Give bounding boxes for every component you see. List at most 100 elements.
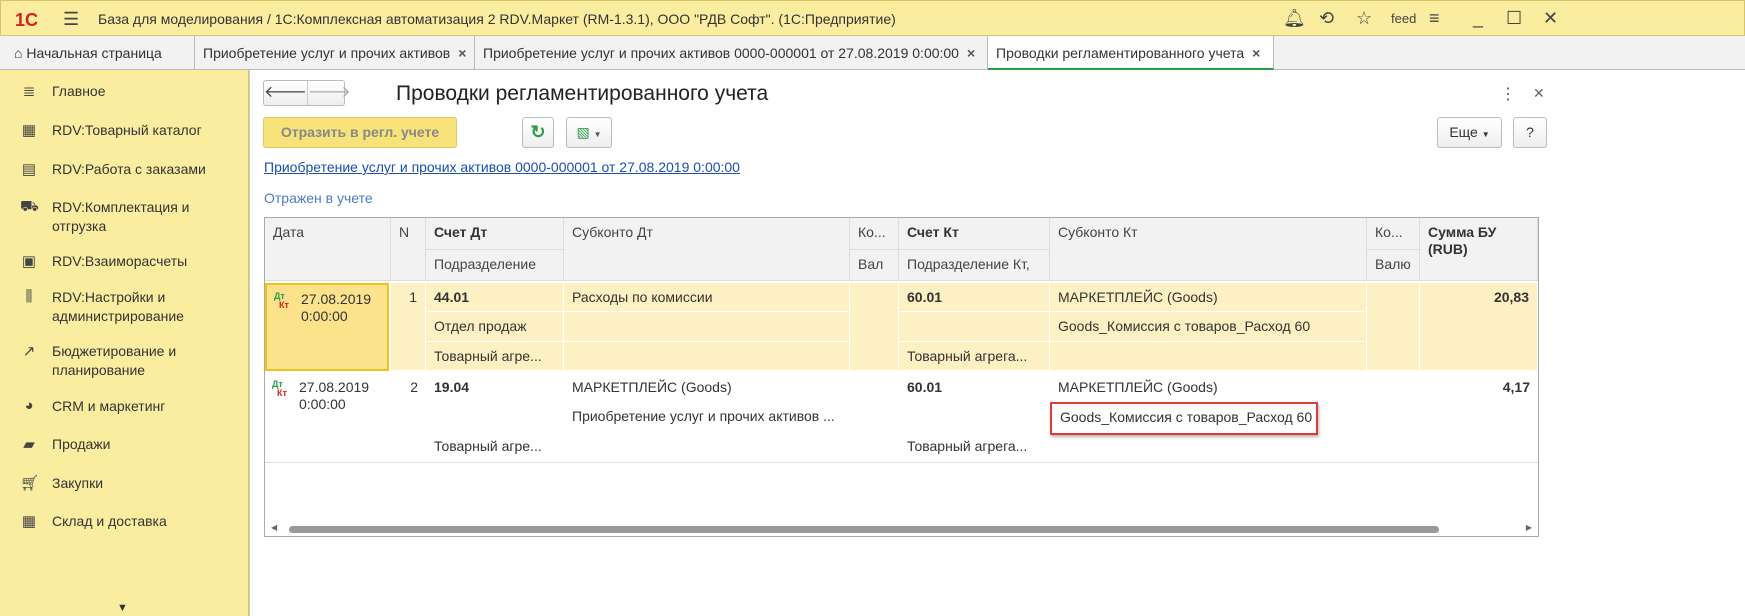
sidebar-label: RDV:Товарный каталог <box>52 122 202 138</box>
scrollbar-thumb[interactable] <box>289 526 1439 533</box>
status-text: Отражен в учете <box>264 190 373 206</box>
dept-cell: Отдел продаж <box>426 312 564 342</box>
sub-dt3-cell <box>564 342 850 371</box>
document-link[interactable]: Приобретение услуг и прочих активов 0000… <box>264 159 740 175</box>
sub-dt2-cell: Приобретение услуг и прочих активов ... <box>572 408 835 424</box>
col-header-sum[interactable]: Сумма БУ (RUB) <box>1420 218 1538 281</box>
qty-dt-cell <box>850 283 899 371</box>
col-header-qty-kt[interactable]: Ко... <box>1367 218 1420 250</box>
app-title: База для моделирования / 1С:Комплексная … <box>98 11 896 27</box>
close-form-icon[interactable]: ✕ <box>1533 85 1545 102</box>
acc-dt-cell: 44.01 <box>426 283 564 312</box>
chevron-down-icon: ▼ <box>1481 130 1490 139</box>
date-cell[interactable]: Дт Кт 27.08.2019 0:00:00 <box>265 373 391 461</box>
sidebar-label: Склад и доставка <box>52 513 167 529</box>
star-icon[interactable]: ☆ <box>1356 8 1372 29</box>
minimize-icon[interactable]: _ <box>1473 8 1483 29</box>
col-header-cur-kt[interactable]: Валю <box>1367 250 1420 281</box>
tab-purchase-doc[interactable]: Приобретение услуг и прочих активов 0000… <box>475 36 988 70</box>
date: 27.08.2019 <box>301 291 372 307</box>
dt3-cell: Товарный агре... <box>434 438 542 454</box>
reflect-button[interactable]: Отразить в регл. учете <box>263 117 457 148</box>
chevron-down-icon: ▼ <box>593 130 602 139</box>
sub-kt2-cell: Goods_Комиссия с товаров_Расход 60 <box>1050 312 1367 342</box>
col-header-dept[interactable]: Подразделение <box>426 250 564 281</box>
n-cell: 1 <box>391 283 426 371</box>
nav-buttons: 🡐 🡒 <box>263 80 351 106</box>
menu-icon[interactable]: ☰ <box>63 9 79 30</box>
time: 0:00:00 <box>299 396 346 412</box>
dt-kt-icon: Дт Кт <box>274 291 289 310</box>
forward-arrow-icon[interactable]: 🡒 <box>308 81 351 105</box>
sidebar-label: Закупки <box>52 475 104 491</box>
help-button[interactable]: ? <box>1513 117 1547 148</box>
report-icon: ▧ <box>576 124 590 140</box>
scroll-left-icon[interactable]: ◀ <box>271 523 277 532</box>
back-arrow-icon[interactable]: 🡐 <box>264 81 308 105</box>
tab-bar: ⌂ Начальная страница Приобретение услуг … <box>0 36 1745 70</box>
col-header-dept-kt[interactable]: Подразделение Кт, <box>899 250 1050 281</box>
acc-kt-cell: 60.01 <box>899 283 1050 312</box>
scroll-right-icon[interactable]: ▶ <box>1526 523 1532 532</box>
kt3-cell: Товарный агрега... <box>907 438 1028 454</box>
col-header-n[interactable]: N <box>391 218 426 281</box>
sum-cell: 4,17 <box>1502 379 1530 395</box>
qty-kt-cell <box>1367 283 1420 371</box>
col-header-sub-kt[interactable]: Субконто Кт <box>1050 218 1367 281</box>
acc-dt-cell: 19.04 <box>434 379 470 395</box>
sub-dt1-cell: Расходы по комиссии <box>564 283 850 312</box>
postings-table: Дата N Счет Дт Подразделение Субконто Дт… <box>264 217 1539 537</box>
calculator-icon: ▣ <box>21 253 37 270</box>
close-tab-icon[interactable]: × <box>1252 45 1260 61</box>
col-header-date[interactable]: Дата <box>265 218 391 281</box>
title-bar: 1С ☰ База для моделирования / 1С:Комплек… <box>0 0 1745 36</box>
more-vertical-icon[interactable]: ⋮ <box>1500 84 1516 104</box>
sidebar: ≣ Главное ▦ RDV:Товарный каталог ▤ RDV:Рабо… <box>0 70 249 616</box>
bell-icon[interactable]: 🔔︎ <box>1283 8 1306 29</box>
acc-kt-cell: 60.01 <box>907 379 943 395</box>
close-tab-icon[interactable]: × <box>967 45 975 61</box>
tab-label: Приобретение услуг и прочих активов <box>203 45 451 61</box>
settings-menu-icon[interactable]: ≡ <box>1429 8 1440 29</box>
sidebar-label: Главное <box>52 83 106 99</box>
tab-label: Начальная страница <box>26 45 162 61</box>
col-header-acc-kt[interactable]: Счет Кт <box>899 218 1050 250</box>
horizontal-scrollbar[interactable]: ◀ ▶ <box>265 522 1538 536</box>
sub-dt1-cell: МАРКЕТПЛЕЙС (Goods) <box>572 379 732 395</box>
sub-kt1-cell: МАРКЕТПЛЕЙС (Goods) <box>1050 283 1367 312</box>
col-header-qty-dt[interactable]: Ко... <box>850 218 899 250</box>
col-header-sub-dt[interactable]: Субконто Дт <box>564 218 850 281</box>
catalog-icon: ▦ <box>21 122 37 139</box>
date-cell[interactable]: Дт Кт 27.08.2019 0:00:00 <box>265 283 389 371</box>
report-menu-button[interactable]: ▧ ▼ <box>566 117 612 148</box>
col-header-cur-dt[interactable]: Вал <box>850 250 899 281</box>
history-icon[interactable]: ⟲ <box>1319 8 1334 29</box>
tab-label: Приобретение услуг и прочих активов 0000… <box>483 45 959 61</box>
sub-kt2-cell-highlighted: Goods_Комиссия с товаров_Расход 60 <box>1050 402 1318 435</box>
sub-kt3-cell <box>1050 342 1367 371</box>
tab-home[interactable]: ⌂ Начальная страница <box>0 36 195 70</box>
kt3-cell: Товарный агрега... <box>899 342 1050 371</box>
sliders-icon: ⫼ <box>25 288 33 305</box>
home-icon: ⌂ <box>14 45 23 61</box>
scroll-down-icon[interactable]: ▼ <box>117 602 128 614</box>
close-window-icon[interactable]: ✕ <box>1543 8 1558 29</box>
refresh-button[interactable]: ↻ <box>522 117 554 148</box>
more-button[interactable]: Еще ▼ <box>1437 117 1502 148</box>
sub-dt2-cell <box>564 312 850 342</box>
sidebar-label: Продажи <box>52 436 111 452</box>
sidebar-label: RDV:Комплектация и отгрузка <box>52 199 190 234</box>
cart-icon: 🛒︎ <box>20 475 40 492</box>
form-postings: 🡐 🡒 Проводки регламентированного учета ⋮ … <box>249 70 1745 616</box>
more-label: Еще <box>1449 124 1478 140</box>
pie-chart-icon: ◕ <box>24 397 34 414</box>
user-name[interactable]: feed <box>1391 11 1416 26</box>
time: 0:00:00 <box>301 308 348 324</box>
maximize-icon[interactable]: ☐ <box>1506 8 1522 29</box>
tab-purchase-list[interactable]: Приобретение услуг и прочих активов × <box>195 36 475 70</box>
n-cell: 2 <box>410 379 418 395</box>
close-tab-icon[interactable]: × <box>458 45 466 61</box>
col-header-acc-dt[interactable]: Счет Дт <box>426 218 564 250</box>
tab-postings[interactable]: Проводки регламентированного учета × <box>988 36 1274 70</box>
sidebar-label: CRM и маркетинг <box>52 398 166 414</box>
